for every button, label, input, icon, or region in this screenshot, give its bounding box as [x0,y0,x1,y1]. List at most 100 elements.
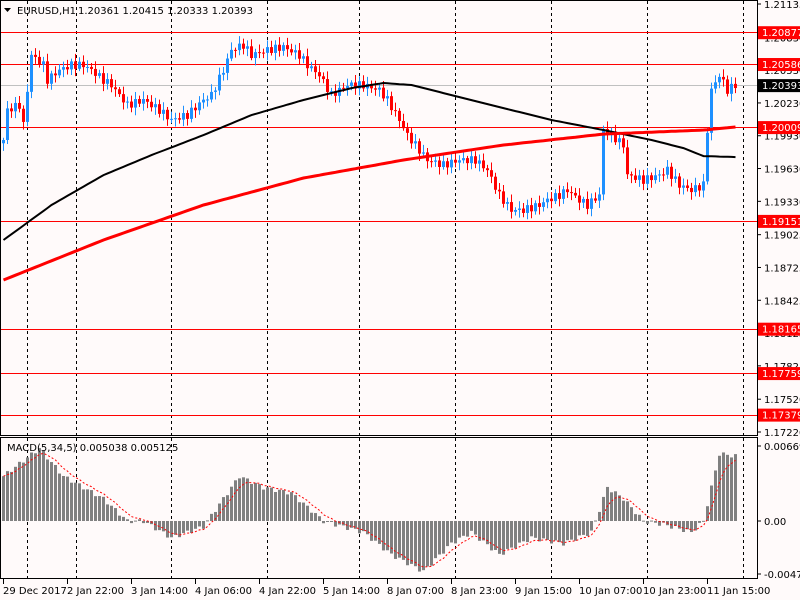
candle [454,153,457,168]
macd-bar [50,462,53,521]
candle [150,95,153,112]
candle-body [642,175,645,184]
candle [138,95,141,107]
candle [2,137,5,151]
macd-bar [122,516,125,521]
candle [362,75,365,92]
candle-body [58,69,61,76]
macd-bar [250,483,253,521]
macd-bar [198,521,201,527]
candle [354,75,357,95]
time-tick-label: 29 Dec 2017 [3,586,67,597]
candle [718,73,721,89]
candle [6,100,9,144]
candle [666,160,669,179]
candle-body [462,158,465,161]
candle-body [594,198,597,201]
candle-body [490,170,493,177]
candle-body [274,44,277,53]
macd-bar [402,521,405,560]
macd-bar [246,478,249,521]
candle [210,84,213,103]
macd-bar [434,521,437,559]
candle [422,144,425,156]
candle-body [418,141,421,154]
candle-body [702,181,705,191]
candle [46,53,49,89]
candle-body [250,46,253,59]
macd-bar [590,521,593,531]
candle [194,103,197,118]
macd-bar [558,521,561,543]
candle [222,66,225,81]
candle [282,42,285,56]
candle-body [114,87,117,90]
candle [34,48,37,64]
macd-bar [182,521,185,534]
macd-bar [430,521,433,566]
macd-bar [106,504,109,521]
candle-body [542,202,545,207]
candle [546,192,549,209]
time-tick-label: 5 Jan 14:00 [323,586,380,597]
candle-body [62,67,65,70]
candle [278,37,281,57]
candle [22,105,25,130]
candle-body [286,45,289,50]
candle-body [326,79,329,92]
candle [386,89,389,106]
price-tick-label: 1.20230 [764,99,800,110]
candle [234,47,237,58]
candle-body [310,66,313,69]
candle-body [406,128,409,133]
time-axis: 29 Dec 2017 2 Jan 22:00 3 Jan 14:00 4 Jan 0… [3,579,770,597]
candle-body [566,189,569,193]
macd-bar [162,521,165,532]
macd-bar [54,464,57,521]
candle [370,80,373,93]
candle-body [26,91,29,122]
candle-body [634,175,637,180]
dropdown-triangle-icon[interactable] [4,8,11,12]
candle-body [130,101,133,108]
macd-bar [278,489,281,521]
ohlc-values: 1.20361 1.20415 1.20333 1.20393 [78,6,253,17]
price-chart[interactable]: 1.211351.208301.205301.202301.199301.196… [0,0,800,600]
candle [254,48,257,66]
macd-label: MACD(5,34,5) 0.005038 0.005125 [7,443,178,454]
candle [734,77,737,94]
macd-bar [238,478,241,521]
time-tick-label: 10 Jan 23:00 [643,586,706,597]
candle-body [378,87,381,90]
macd-bar [30,452,33,521]
candle-body [314,66,317,73]
candle [226,53,229,81]
candle [294,44,297,60]
time-tick-label: 4 Jan 22:00 [259,586,316,597]
candle-body [618,138,621,143]
macd-signal-line [3,452,736,568]
candle [238,36,241,56]
candle [54,66,57,83]
macd-bar [62,475,65,521]
candle [166,107,169,126]
candle-body [506,202,509,204]
candle-body [630,174,633,176]
level-price-label: 1.20586 [762,60,800,71]
candle [714,75,717,94]
candle [722,69,725,87]
candle-body [78,61,81,69]
macd-bar [262,489,265,521]
candle [162,102,165,121]
candle-body [134,99,137,108]
candle-body [82,61,85,68]
moving-averages [2,81,736,282]
macd-bar [614,491,617,521]
macd-bar [526,521,529,543]
candle [682,178,685,195]
macd-bar [166,521,169,538]
candle [622,133,625,154]
candle [450,152,453,174]
candle-body [514,209,517,212]
candle [406,122,409,141]
